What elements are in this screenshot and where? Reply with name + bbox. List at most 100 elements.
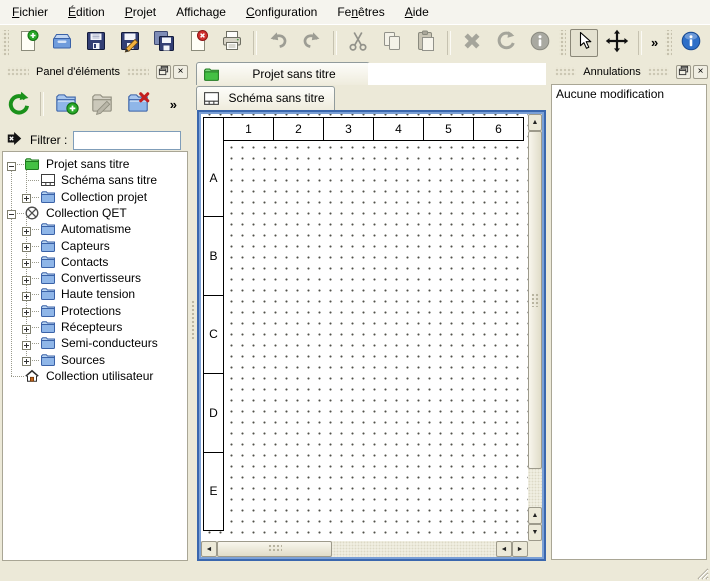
collection-folder-icon [40, 319, 56, 335]
tree-expander-plus[interactable] [22, 257, 31, 266]
delete-category-button[interactable] [122, 88, 154, 120]
tree-item-label: Convertisseurs [61, 270, 141, 286]
window-resize-grip[interactable] [695, 566, 709, 580]
vertical-scrollbar[interactable]: ▲▲▼ [528, 114, 542, 541]
menu-configuration[interactable]: Configuration [236, 1, 327, 23]
toolbar-grip[interactable] [2, 30, 9, 56]
row-header-C: C [204, 296, 223, 374]
move-tool-button[interactable] [602, 28, 632, 58]
menu-edition[interactable]: Édition [58, 1, 115, 23]
toolbar-overflow-chevron[interactable]: » [648, 35, 661, 50]
filter-input[interactable] [73, 131, 181, 150]
scroll-right-button[interactable]: ► [512, 541, 528, 557]
save-as-icon [118, 29, 142, 56]
select-arrow-button[interactable] [570, 29, 598, 57]
cut-button[interactable] [343, 28, 373, 58]
redo-button[interactable] [297, 28, 327, 58]
cut-icon [346, 29, 370, 56]
undo-button[interactable] [263, 28, 293, 58]
tree-item-convertisseurs[interactable]: Convertisseurs [3, 270, 187, 286]
edit-category-button[interactable] [86, 88, 118, 120]
tree-expander-plus[interactable] [22, 192, 31, 201]
project-folder-icon [24, 156, 40, 172]
tree-item-projet-sans-titre[interactable]: Projet sans titre [3, 156, 187, 172]
panel-overflow-chevron[interactable]: » [167, 97, 180, 112]
horizontal-scroll-thumb[interactable] [217, 541, 332, 557]
tree-item-collection-utilisateur[interactable]: Collection utilisateur [3, 368, 187, 384]
tree-item-recepteurs[interactable]: Récepteurs [3, 319, 187, 335]
tree-item-automatisme[interactable]: Automatisme [3, 221, 187, 237]
scroll-down-button[interactable]: ▼ [528, 524, 542, 541]
elements-tree[interactable]: Projet sans titreSchéma sans titreCollec… [2, 151, 188, 561]
tree-item-label: Haute tension [61, 286, 135, 302]
close-dock-button[interactable]: × [693, 65, 708, 79]
tree-expander-plus[interactable] [22, 241, 31, 250]
paste-button[interactable] [411, 28, 441, 58]
tree-expander-plus[interactable] [22, 355, 31, 364]
copy-button[interactable] [377, 28, 407, 58]
tree-item-contacts[interactable]: Contacts [3, 254, 187, 270]
menu-fichier[interactable]: Fichier [2, 1, 58, 23]
tree-item-schema-sans-titre[interactable]: Schéma sans titre [3, 172, 187, 188]
float-window-button[interactable] [156, 65, 171, 79]
close-document-icon [186, 29, 210, 56]
tree-expander-plus[interactable] [22, 306, 31, 315]
undo-history-list[interactable]: Aucune modification [551, 84, 707, 560]
refresh-button[interactable] [2, 88, 34, 120]
scroll-up-button[interactable]: ▲ [528, 507, 542, 524]
tree-expander-plus[interactable] [22, 339, 31, 348]
menu-projet[interactable]: Projet [115, 1, 166, 23]
tree-item-haute-tension[interactable]: Haute tension [3, 286, 187, 302]
collection-folder-icon [40, 335, 56, 351]
vertical-scroll-track[interactable] [528, 469, 542, 507]
tree-expander-plus[interactable] [22, 274, 31, 283]
about-info-button[interactable] [676, 28, 706, 58]
scrollbar-corner [528, 541, 542, 557]
scroll-up-button[interactable]: ▲ [528, 114, 542, 131]
tree-expander-plus[interactable] [22, 323, 31, 332]
tab-project[interactable]: Projet sans titre [196, 62, 370, 85]
horizontal-scrollbar[interactable]: ◄◄► [201, 541, 528, 557]
undo-list-item[interactable]: Aucune modification [552, 85, 706, 103]
tree-item-collection-projet[interactable]: Collection projet [3, 189, 187, 205]
toolbar-grip[interactable] [665, 30, 672, 56]
print-button[interactable] [217, 28, 247, 58]
scroll-left-button[interactable]: ◄ [201, 541, 217, 557]
delete-button[interactable] [457, 28, 487, 58]
open-folder-button[interactable] [47, 28, 77, 58]
tree-expander-plus[interactable] [22, 290, 31, 299]
horizontal-scroll-track[interactable] [332, 541, 496, 557]
menu-affichage[interactable]: Affichage [166, 1, 236, 23]
save-button[interactable] [81, 28, 111, 58]
elements-panel-titlebar[interactable]: Panel d'éléments × [2, 62, 188, 81]
save-as-button[interactable] [115, 28, 145, 58]
tree-item-semi-conducteurs[interactable]: Semi-conducteurs [3, 335, 187, 351]
menu-bar: FichierÉditionProjetAffichageConfigurati… [0, 0, 710, 24]
new-document-button[interactable] [13, 28, 43, 58]
toolbar-grip[interactable] [559, 30, 566, 56]
tree-expander-minus[interactable] [7, 208, 16, 217]
close-document-button[interactable] [183, 28, 213, 58]
toolbar-separator [333, 31, 337, 55]
new-category-button[interactable] [50, 88, 82, 120]
tree-expander-minus[interactable] [7, 160, 16, 169]
tree-item-sources[interactable]: Sources [3, 352, 187, 368]
vertical-scroll-thumb[interactable] [528, 131, 542, 469]
save-all-button[interactable] [149, 28, 179, 58]
menu-aide[interactable]: Aide [395, 1, 439, 23]
scroll-left-button[interactable]: ◄ [496, 541, 512, 557]
project-folder-icon [203, 66, 220, 86]
menu-fenetres[interactable]: Fenêtres [327, 1, 394, 23]
tree-item-capteurs[interactable]: Capteurs [3, 238, 187, 254]
tree-item-collection-qet[interactable]: Collection QET [3, 205, 187, 221]
close-dock-button[interactable]: × [173, 65, 188, 79]
clear-filter-icon[interactable] [5, 129, 24, 151]
element-info-button[interactable] [525, 28, 555, 58]
tree-item-protections[interactable]: Protections [3, 303, 187, 319]
rotate-button[interactable] [491, 28, 521, 58]
tab-schema[interactable]: Schéma sans titre [196, 86, 335, 110]
tree-expander-plus[interactable] [22, 225, 31, 234]
undo-panel-titlebar[interactable]: Annulations × [550, 62, 708, 81]
float-window-button[interactable] [676, 65, 691, 79]
schema-canvas[interactable]: 123456 ABCDE [201, 114, 528, 541]
